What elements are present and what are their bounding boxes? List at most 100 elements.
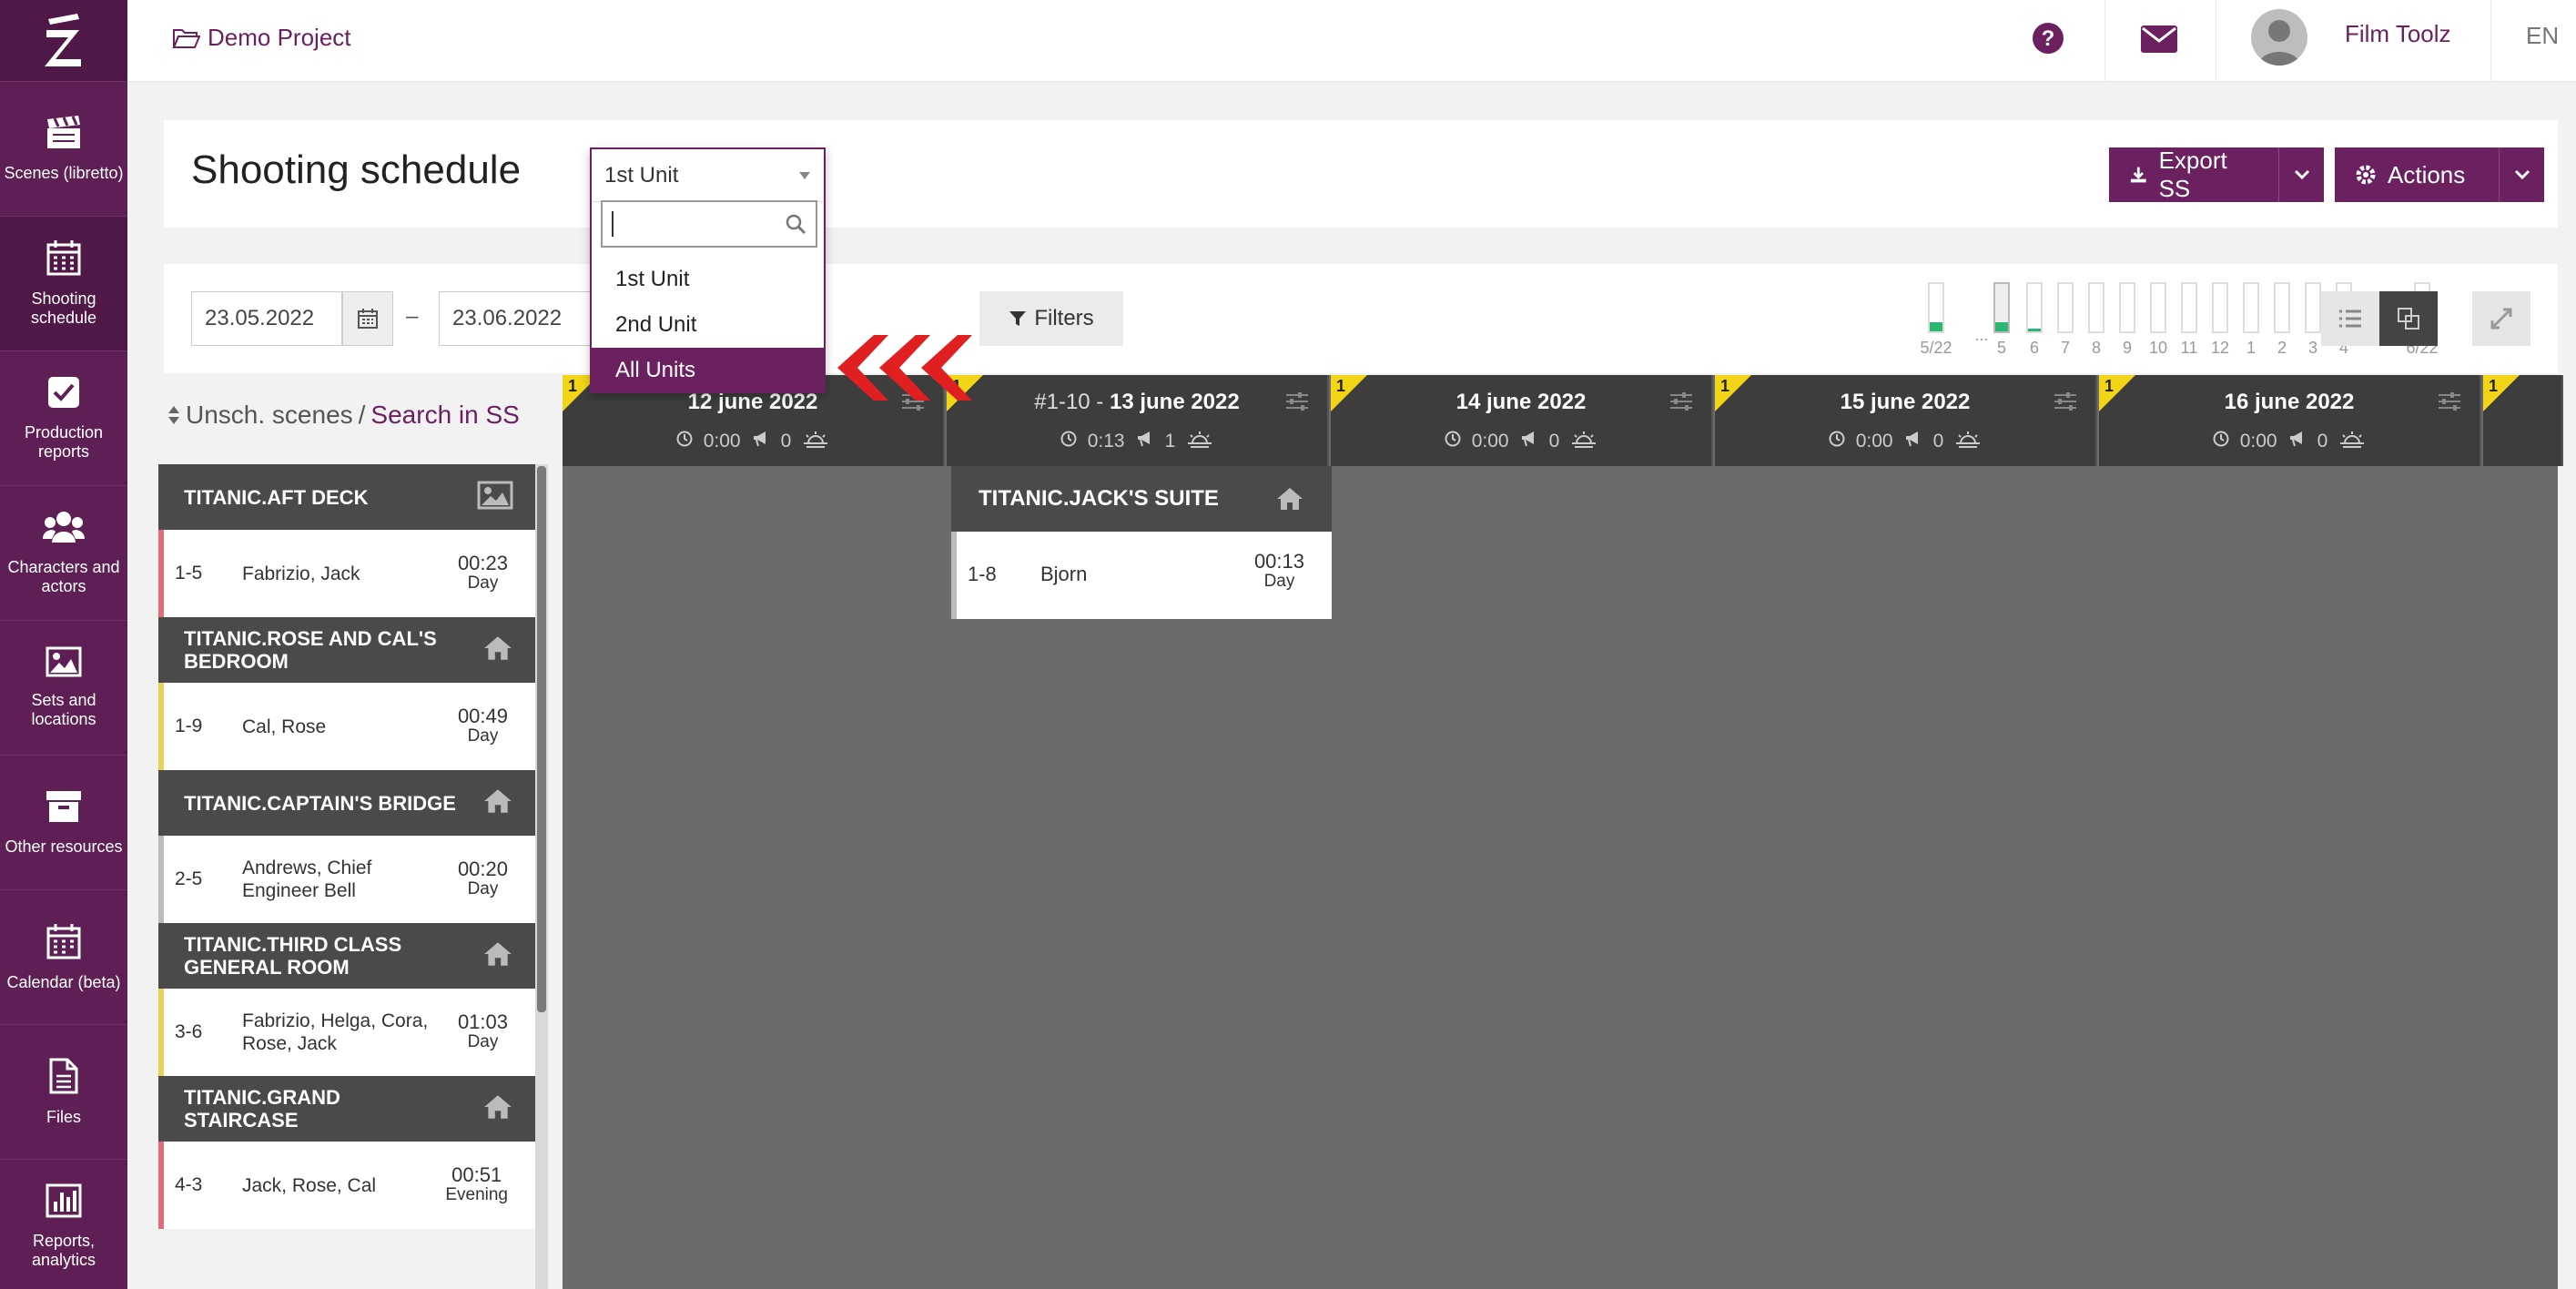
home-icon <box>482 1093 513 1125</box>
scrollbar-thumb[interactable] <box>537 466 546 1012</box>
search-in-ss-link[interactable]: Search in SS <box>370 401 519 430</box>
unit-search-input[interactable] <box>601 200 817 248</box>
sidebar-item-sets-and-locations[interactable]: Sets and locations <box>0 621 127 756</box>
mail-icon[interactable] <box>2141 25 2177 57</box>
day-load-bar[interactable]: 7 <box>2055 282 2075 358</box>
actions-label: Actions <box>2388 160 2466 188</box>
scene-duration: 00:13 <box>1253 550 1304 573</box>
day-load-bar[interactable]: ... <box>1972 282 1992 345</box>
day-load-bar[interactable]: 8 <box>2086 282 2106 358</box>
unscheduled-title[interactable]: Unsch. scenes <box>186 401 353 430</box>
day-load-bar[interactable]: 10 <box>2148 282 2168 358</box>
unit-option[interactable]: 2nd Unit <box>592 302 824 348</box>
day-load-bar[interactable]: 9 <box>2117 282 2137 358</box>
filters-button[interactable]: Filters <box>979 291 1123 346</box>
project-name: Demo Project <box>208 24 351 51</box>
set-group-header[interactable]: TITANIC.THIRD CLASS GENERAL ROOM <box>158 923 535 989</box>
day-load-bar[interactable]: 12 <box>2210 282 2230 358</box>
unit-select[interactable]: 1st Unit <box>592 149 824 202</box>
day-load-bar[interactable]: 5 <box>1992 282 2012 358</box>
day-scene-count: 0 <box>2317 431 2328 452</box>
day-load-bar[interactable]: 2 <box>2272 282 2292 358</box>
day-load-bar[interactable]: 1 <box>2241 282 2261 358</box>
sunrise-icon <box>1186 430 1213 453</box>
day-load-bar[interactable]: 3 <box>2303 282 2323 358</box>
scene-number: 4-3 <box>175 1174 203 1195</box>
unit-option[interactable]: 1st Unit <box>592 257 824 302</box>
avatar[interactable] <box>2251 9 2307 66</box>
day-column-header[interactable]: 1 16 june 2022 0:00 0 <box>2099 375 2481 466</box>
scene-row[interactable]: 1-5 Fabrizio, Jack 00:23 Day <box>158 530 535 617</box>
day-stats: 0:00 0 <box>1715 430 2095 453</box>
scene-number: 1-8 <box>968 563 997 585</box>
unit-select-dropdown[interactable]: 1st Unit 1st Unit 2nd Unit All Units <box>590 147 826 393</box>
scene-row[interactable]: 4-3 Jack, Rose, Cal 00:51 Evening <box>158 1142 535 1229</box>
sidebar-item-reports-analytics[interactable]: Reports, analytics <box>0 1160 127 1289</box>
day-column-header[interactable]: 1 <box>2483 375 2563 466</box>
actions-dropdown-button[interactable] <box>2499 147 2544 202</box>
day-settings-icon[interactable] <box>2438 391 2461 416</box>
sidebar-item-other-resources[interactable]: Other resources <box>0 756 127 890</box>
sidebar-item-scenes-libretto[interactable]: Scenes (libretto) <box>0 82 127 217</box>
scene-characters: Fabrizio, Jack <box>242 563 360 584</box>
export-ss-button[interactable]: Export SS <box>2109 147 2278 202</box>
scene-row[interactable]: 2-5 Andrews, Chief Engineer Bell 00:20 Day <box>158 836 535 923</box>
day-load-label: 10 <box>2148 339 2168 357</box>
sidebar-item-shooting-schedule[interactable]: Shooting schedule <box>0 217 127 351</box>
unit-option[interactable]: All Units <box>592 348 824 393</box>
day-scene-count: 0 <box>1548 431 1560 452</box>
day-scene-range: #1-10 - <box>1034 390 1110 414</box>
filter-panel: 23.05.2022 – 23.06.2022 Filters 5/22... 5… <box>164 264 2558 373</box>
caret-down-icon <box>799 171 810 179</box>
sort-icon[interactable] <box>167 405 180 425</box>
export-dropdown-button[interactable] <box>2278 147 2324 202</box>
app-logo[interactable] <box>0 0 127 82</box>
set-group-header[interactable]: TITANIC.CAPTAIN'S BRIDGE <box>158 770 535 836</box>
date-from-input[interactable]: 23.05.2022 <box>191 291 342 346</box>
day-date: 13 june 2022 <box>1109 390 1240 414</box>
scene-row[interactable]: 3-6 Fabrizio, Helga, Cora, Rose, Jack 01:0… <box>158 989 535 1076</box>
day-load-bar[interactable]: 5/22 <box>1920 282 1952 358</box>
board-view-button[interactable] <box>2379 291 2438 346</box>
pointer-arrows-icon <box>830 331 976 409</box>
day-column-header[interactable]: 1 #1-10 - 13 june 2022 0:13 1 <box>947 375 1329 466</box>
scene-row[interactable]: 1-9 Cal, Rose 00:49 Day <box>158 683 535 770</box>
date-from-picker[interactable] <box>342 291 393 346</box>
day-date: 12 june 2022 <box>687 390 818 414</box>
sidebar-item-characters-and-actors[interactable]: Characters and actors <box>0 486 127 621</box>
set-group-header[interactable]: TITANIC.GRAND STAIRCASE <box>158 1076 535 1142</box>
home-icon <box>482 634 513 666</box>
top-bar: Demo Project ? Film Toolz EN <box>127 0 2576 82</box>
scene-duration: 00:49 <box>457 705 508 727</box>
set-group-header[interactable]: TITANIC.ROSE AND CAL'S BEDROOM <box>158 617 535 683</box>
day-column-header[interactable]: 1 15 june 2022 0:00 0 <box>1715 375 2097 466</box>
sidebar-item-label: Calendar (beta) <box>6 972 121 991</box>
day-settings-icon[interactable] <box>1669 391 1693 416</box>
language-switch[interactable]: EN <box>2526 22 2559 50</box>
scene-time-of-day: Day <box>1263 572 1295 591</box>
clock-icon <box>2213 431 2229 452</box>
sidebar-item-calendar-beta[interactable]: Calendar (beta) <box>0 890 127 1025</box>
scene-time-of-day: Day <box>467 879 499 898</box>
sidebar-item-files[interactable]: Files <box>0 1025 127 1160</box>
actions-button[interactable]: Actions <box>2335 147 2499 202</box>
set-name: TITANIC.CAPTAIN'S BRIDGE <box>184 791 456 815</box>
day-load-label: 5/22 <box>1920 339 1952 357</box>
day-load-bar[interactable]: 6 <box>2024 282 2044 358</box>
scene-characters: Jack, Rose, Cal <box>242 1174 377 1196</box>
day-column-header[interactable]: 1 14 june 2022 0:00 0 <box>1331 375 1713 466</box>
fullscreen-button[interactable] <box>2472 291 2530 346</box>
help-icon[interactable]: ? <box>2032 22 2064 59</box>
set-group-header[interactable]: TITANIC.AFT DECK <box>158 464 535 530</box>
user-name[interactable]: Film Toolz <box>2345 20 2451 48</box>
list-view-button[interactable] <box>2321 291 2379 346</box>
users-icon <box>43 510 85 558</box>
sidebar-item-production-reports[interactable]: Production reports <box>0 351 127 486</box>
day-load-bar[interactable]: 11 <box>2179 282 2199 358</box>
day-settings-icon[interactable] <box>1285 391 1309 416</box>
scheduled-scene-row[interactable]: 1-8 Bjorn 00:13 Day <box>951 532 1332 619</box>
day-settings-icon[interactable] <box>2054 391 2077 416</box>
calendar-icon <box>46 923 81 973</box>
project-link[interactable]: Demo Project <box>171 24 351 52</box>
user-icon <box>2258 20 2300 66</box>
